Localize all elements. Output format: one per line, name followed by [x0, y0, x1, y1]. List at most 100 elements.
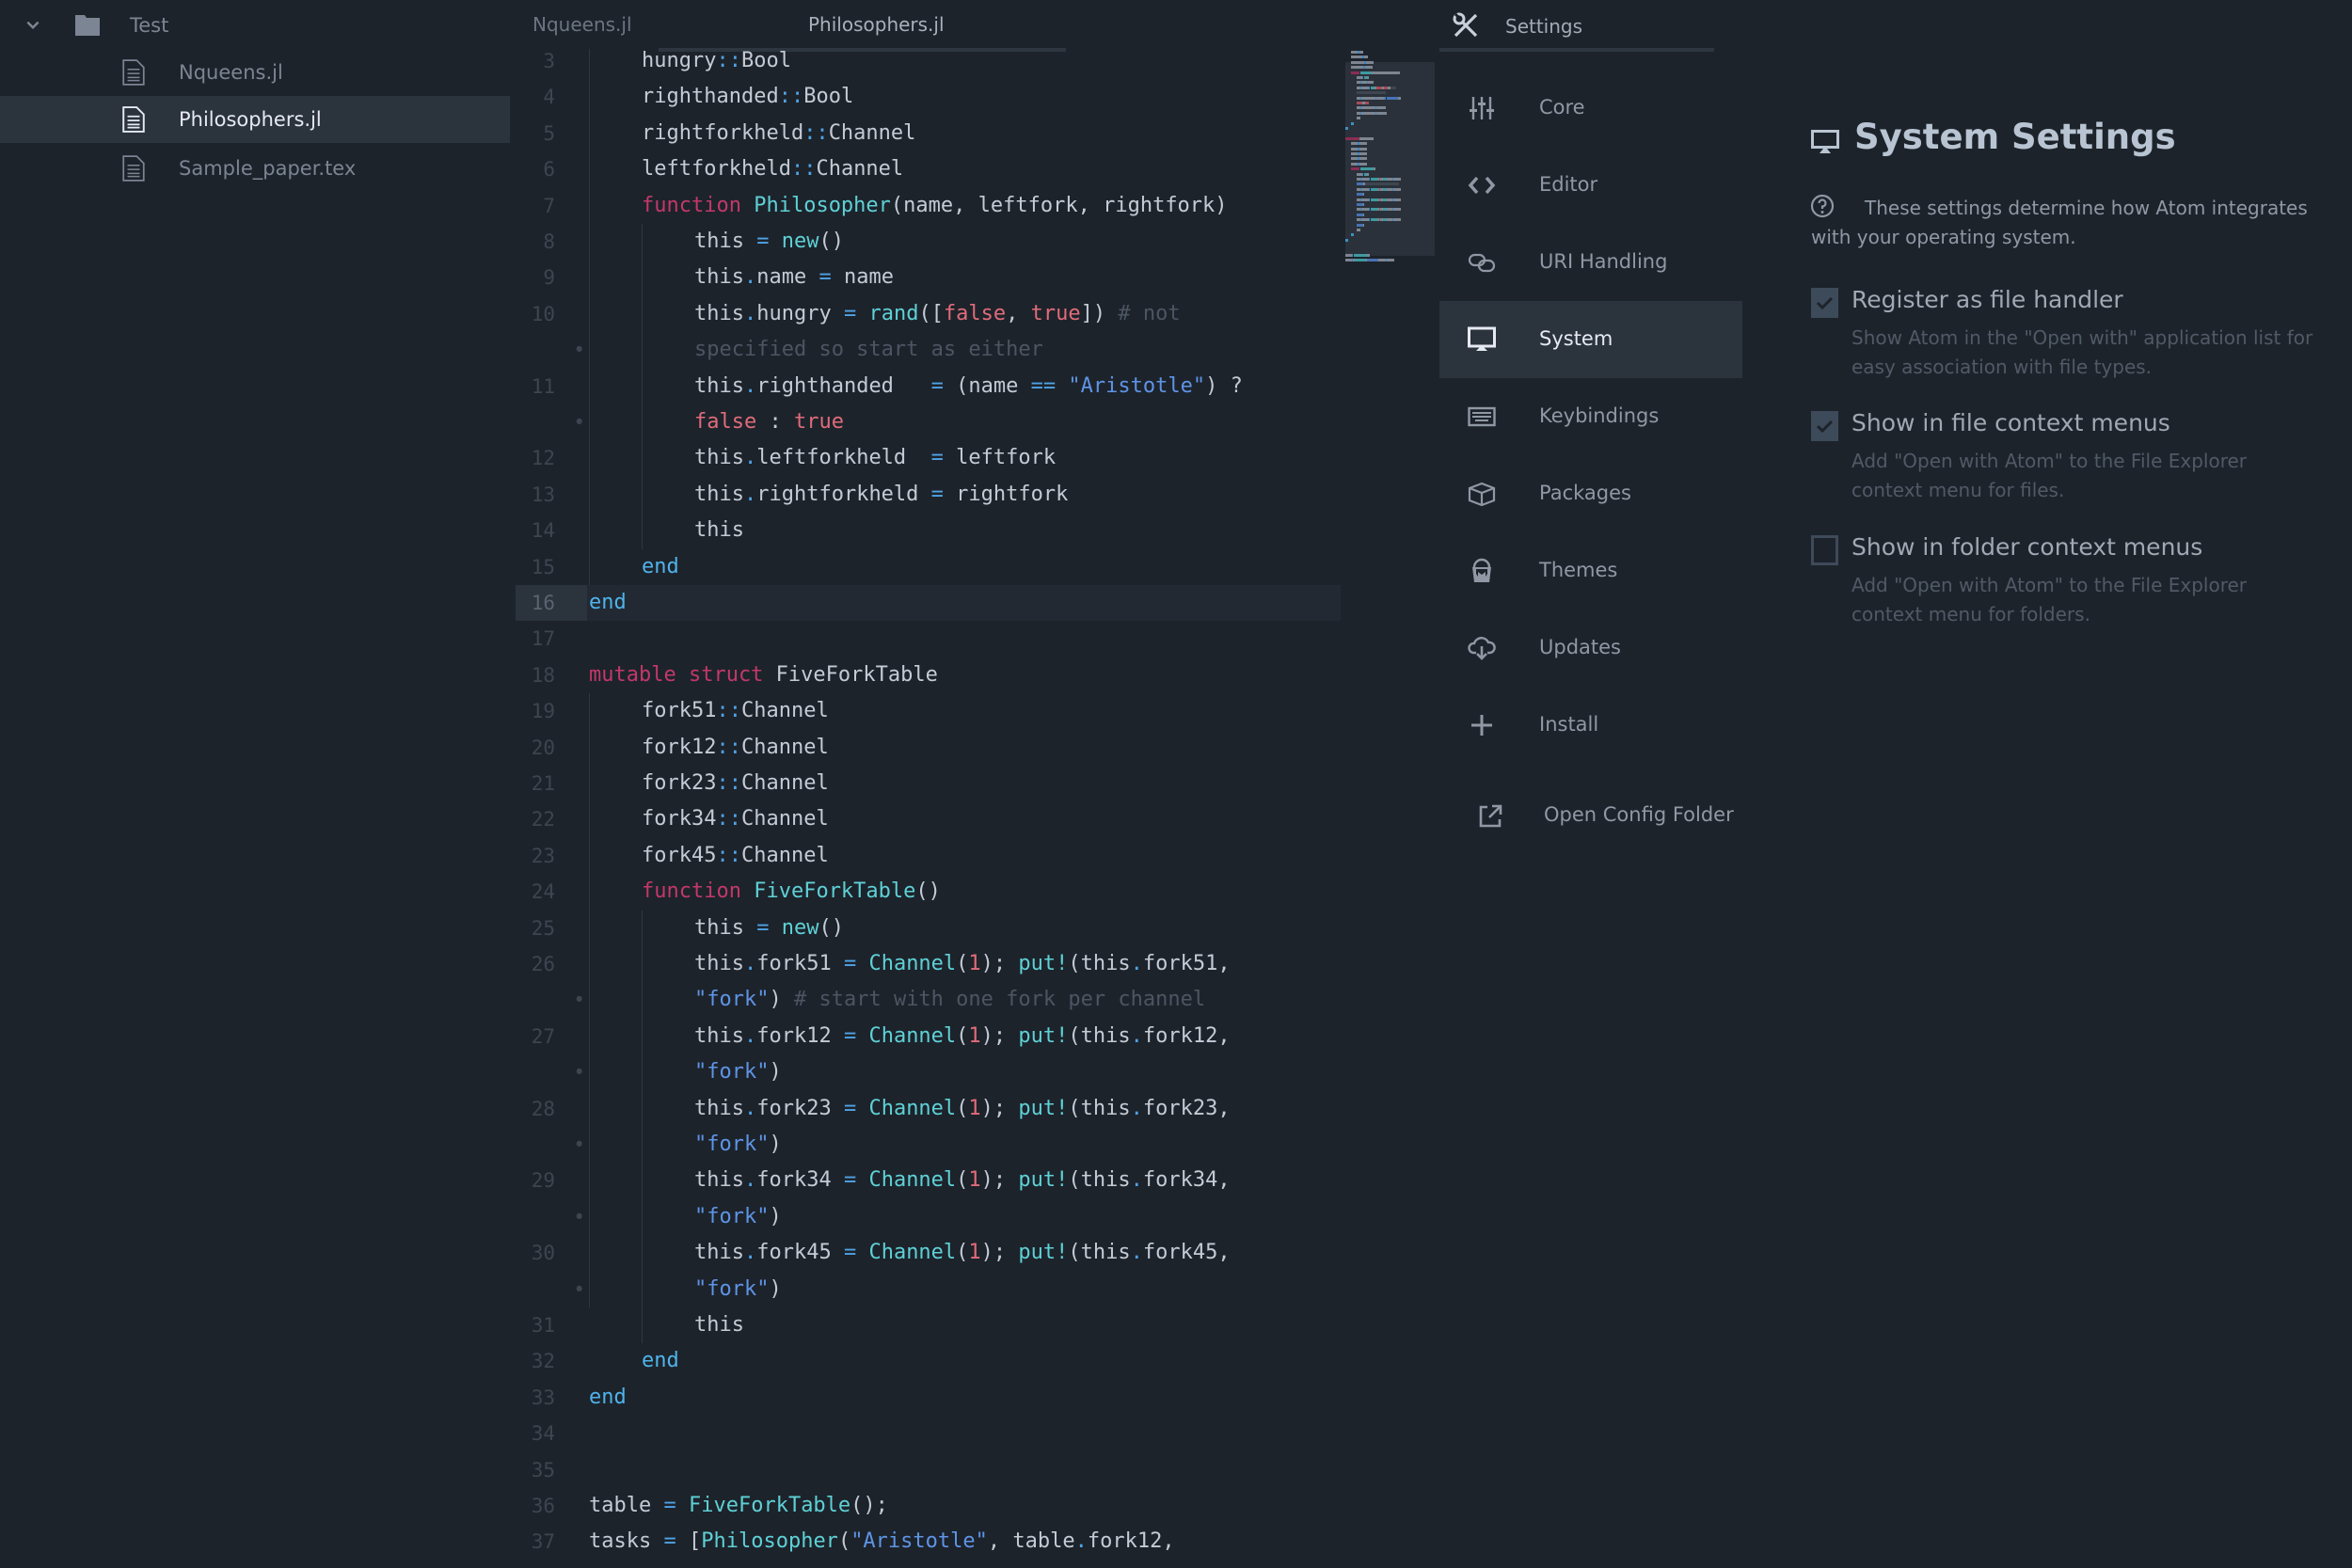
system-settings-panel: System Settings These settings determine…: [1742, 0, 2352, 1568]
check-icon: [1816, 296, 1834, 310]
tree-file-nqueens[interactable]: Nqueens.jl: [0, 49, 510, 96]
checkbox-file-context-menus[interactable]: [1811, 411, 1838, 441]
option-label[interactable]: Register as file handler: [1851, 286, 2123, 313]
code-line[interactable]: 16 end: [516, 585, 1341, 622]
code-editor[interactable]: 3 hungry::Bool 4 righthanded::Bool 5 rightfor…: [516, 49, 1341, 1568]
code-text: this = new(): [694, 915, 844, 940]
code-text: fork34::Channel: [642, 807, 829, 832]
code-line[interactable]: 36 table = FiveForkTable();: [516, 1488, 1341, 1524]
code-line[interactable]: 29 this.fork34 = Channel(1); put!(this.fo…: [516, 1163, 1341, 1198]
checkbox-folder-context-menus[interactable]: [1811, 535, 1838, 565]
settings-tab-label: Settings: [1505, 15, 1583, 38]
minimap-line: [1361, 96, 1375, 100]
code-line[interactable]: 35: [516, 1452, 1341, 1488]
minimap[interactable]: [1341, 49, 1435, 594]
checkbox-register-file-handler[interactable]: [1811, 288, 1838, 318]
chevron-down-icon[interactable]: [24, 17, 41, 34]
minimap-line: [1393, 187, 1401, 191]
code-line[interactable]: 9 this.name = name: [516, 260, 1341, 295]
line-number: 22: [531, 808, 555, 832]
tree-root-folder[interactable]: Test: [0, 2, 510, 49]
settings-nav-editor[interactable]: Editor: [1439, 147, 1747, 224]
code-line[interactable]: 8 this = new(): [516, 224, 1341, 260]
code-text: this.fork12 = Channel(1); put!(this.fork…: [694, 1023, 1231, 1048]
code-line[interactable]: • false : true: [516, 404, 1341, 440]
minimap-line: [1361, 178, 1369, 181]
code-line[interactable]: 17: [516, 621, 1341, 657]
minimap-line: [1376, 96, 1384, 100]
minimap-line: [1374, 167, 1375, 171]
settings-nav-uri-handling[interactable]: URI Handling: [1439, 224, 1747, 301]
minimap-line: [1345, 259, 1352, 262]
settings-nav-themes[interactable]: Themes: [1439, 532, 1747, 610]
settings-nav-packages[interactable]: Packages: [1439, 455, 1747, 532]
tab-nqueens[interactable]: Nqueens.jl: [532, 13, 632, 36]
code-line[interactable]: 6 leftforkheld::Channel: [516, 151, 1341, 187]
code-line[interactable]: 22 fork34::Channel: [516, 801, 1341, 837]
minimap-line: [1359, 136, 1374, 140]
indent-guide: [642, 910, 643, 1344]
code-line[interactable]: 34: [516, 1416, 1341, 1451]
minimap-line: [1351, 147, 1358, 150]
minimap-line: [1361, 111, 1375, 115]
minimap-line: [1369, 198, 1370, 201]
code-line[interactable]: 20 fork12::Channel: [516, 730, 1341, 766]
minimap-line: [1360, 71, 1372, 74]
minimap-line: [1371, 178, 1378, 181]
soft-wrap-marker: •: [573, 339, 585, 362]
code-line[interactable]: 10 this.hungry = rand([false, true]) # no…: [516, 296, 1341, 332]
code-line[interactable]: 30 this.fork45 = Channel(1); put!(this.fo…: [516, 1235, 1341, 1271]
code-line[interactable]: • "fork") # start with one fork per chann…: [516, 982, 1341, 1018]
code-line[interactable]: • "fork"): [516, 1054, 1341, 1090]
tree-file-sample-paper[interactable]: Sample_paper.tex: [0, 145, 510, 192]
code-line[interactable]: 18 mutable struct FiveForkTable: [516, 657, 1341, 693]
code-line[interactable]: 31 this: [516, 1307, 1341, 1343]
code-line[interactable]: • "fork"): [516, 1127, 1341, 1163]
minimap-line: [1369, 86, 1370, 89]
option-label[interactable]: Show in file context menus: [1851, 409, 2170, 436]
code-line[interactable]: 13 this.rightforkheld = rightfork: [516, 477, 1341, 513]
code-line[interactable]: 24 function FiveForkTable(): [516, 874, 1341, 910]
code-line[interactable]: 23 fork45::Channel: [516, 838, 1341, 874]
minimap-line: [1357, 117, 1360, 120]
code-line[interactable]: 15 end: [516, 549, 1341, 585]
open-config-folder-button[interactable]: Open Config Folder: [1439, 777, 1747, 854]
code-line[interactable]: 11 this.righthanded = (name == "Aristotle…: [516, 369, 1341, 404]
settings-nav-install[interactable]: Install: [1439, 687, 1747, 764]
code-line[interactable]: 19 fork51::Channel: [516, 693, 1341, 729]
minimap-line: [1369, 178, 1370, 181]
code-line[interactable]: • "fork"): [516, 1199, 1341, 1235]
tree-view: Test Nqueens.jl Philosophers.jl Sample_p…: [0, 0, 510, 1568]
settings-nav-core[interactable]: Core: [1439, 70, 1747, 147]
code-line[interactable]: • "fork"): [516, 1272, 1341, 1307]
minimap-line: [1398, 96, 1401, 100]
code-line[interactable]: 14 this: [516, 513, 1341, 548]
tab-settings[interactable]: Settings: [1435, 0, 1714, 49]
settings-nav-updates[interactable]: Updates: [1439, 610, 1747, 687]
code-line[interactable]: 4 righthanded::Bool: [516, 79, 1341, 115]
code-line[interactable]: • specified so start as either: [516, 332, 1341, 368]
soft-wrap-marker: •: [573, 1277, 585, 1301]
option-description: Add "Open with Atom" to the File Explore…: [1851, 574, 2247, 626]
tab-philosophers[interactable]: Philosophers.jl: [808, 13, 945, 36]
code-text: "fork"): [694, 1060, 782, 1085]
settings-nav-system[interactable]: System: [1439, 301, 1747, 378]
line-number: 15: [531, 555, 555, 578]
tree-file-philosophers[interactable]: Philosophers.jl: [0, 96, 510, 143]
code-line[interactable]: 37 tasks = [Philosopher("Aristotle", tabl…: [516, 1524, 1341, 1560]
code-line[interactable]: 5 rightforkheld::Channel: [516, 116, 1341, 151]
code-line[interactable]: 33 end: [516, 1380, 1341, 1416]
line-number: 21: [531, 772, 555, 795]
code-line[interactable]: 3 hungry::Bool: [516, 49, 1341, 79]
code-line[interactable]: 28 this.fork23 = Channel(1); put!(this.fo…: [516, 1091, 1341, 1127]
code-line[interactable]: 7 function Philosopher(name, leftfork, ri…: [516, 188, 1341, 224]
code-line[interactable]: 25 this = new(): [516, 911, 1341, 946]
code-line[interactable]: 12 this.leftforkheld = leftfork: [516, 440, 1341, 476]
code-line[interactable]: 27 this.fork12 = Channel(1); put!(this.fo…: [516, 1019, 1341, 1054]
tools-icon: [1453, 12, 1478, 38]
code-line[interactable]: 21 fork23::Channel: [516, 766, 1341, 801]
code-line[interactable]: 32 end: [516, 1343, 1341, 1379]
settings-nav-keybindings[interactable]: Keybindings: [1439, 378, 1747, 455]
code-line[interactable]: 26 this.fork51 = Channel(1); put!(this.fo…: [516, 946, 1341, 982]
option-label[interactable]: Show in folder context menus: [1851, 533, 2202, 561]
